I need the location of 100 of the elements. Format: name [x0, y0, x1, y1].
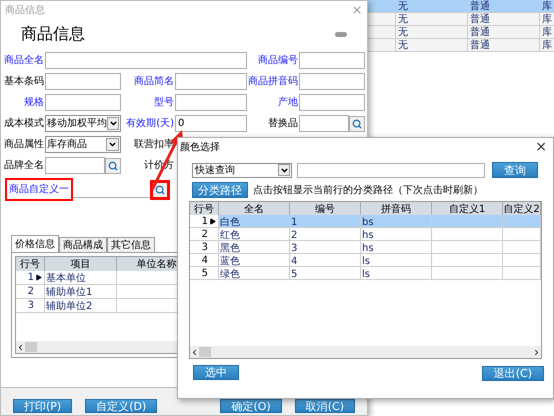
table-cell: 2 [290, 228, 361, 240]
scrollbar[interactable] [190, 346, 541, 358]
row-pointer-icon [209, 218, 216, 224]
table-row[interactable]: 5 绿色 5 ls [190, 267, 541, 280]
field-label: 有效期(天) [125, 116, 175, 131]
column-header: 项目 [45, 257, 117, 271]
search-icon [155, 184, 165, 194]
table-cell: 库 [539, 39, 554, 51]
table-row[interactable]: 2 红色 2 hs [190, 228, 541, 241]
table-cell: 1 [290, 215, 361, 227]
search-button[interactable] [349, 116, 365, 132]
window-title: 商品信息 [5, 4, 46, 18]
search-field[interactable] [297, 162, 486, 178]
table-cell: 库 [539, 26, 554, 38]
row-pointer-icon [35, 274, 42, 281]
search-button[interactable] [105, 158, 121, 174]
window-title: 颜色选择 [180, 140, 221, 154]
text-field[interactable] [45, 73, 121, 90]
minimize-icon[interactable] [335, 32, 347, 36]
tab[interactable]: 其它信息 [107, 237, 155, 252]
table-row[interactable]: 3 黑色 3 hs [190, 241, 541, 254]
text-field[interactable] [175, 73, 247, 90]
table-cell: 红色 [219, 228, 290, 240]
table-cell: 3 [290, 241, 361, 253]
table-cell: 普通 [466, 39, 539, 51]
scroll-left-icon[interactable] [190, 348, 199, 356]
search-icon [108, 160, 118, 170]
table-cell: hs [361, 241, 432, 253]
table-cell: 普通 [466, 13, 539, 25]
table-cell: ls [361, 254, 432, 266]
dropdown[interactable]: 快速查询 [192, 162, 292, 178]
field-label: 商品属性 [3, 138, 45, 152]
table-cell: 5 [290, 267, 361, 279]
table-cell: bs [361, 215, 432, 227]
table-cell: 库 [539, 0, 554, 12]
row-number: 2 [16, 285, 45, 298]
scroll-right-icon[interactable] [532, 348, 541, 356]
hint-text: 点击按钮显示当前行的分类路径（下次点击时刷新） [253, 184, 483, 198]
row-number: 1 [190, 215, 219, 227]
text-field[interactable] [299, 52, 365, 69]
table-cell: 无 [394, 39, 467, 51]
text-field[interactable] [45, 94, 121, 111]
scroll-left-icon[interactable] [16, 342, 25, 352]
dialog-button[interactable]: 自定义(D) [85, 399, 158, 413]
table-cell: 普通 [466, 26, 539, 38]
table-cell: 黑色 [219, 241, 290, 253]
search-icon [352, 118, 362, 128]
text-field[interactable] [45, 52, 247, 69]
table-cell: hs [361, 228, 432, 240]
field-label: 商品自定义一 [5, 178, 73, 201]
table-cell: 无 [394, 26, 467, 38]
table-row[interactable]: 1 白色 1 bs [190, 215, 541, 228]
dropdown[interactable]: 库存商品 [45, 136, 121, 153]
field-label: 成本模式 [3, 116, 45, 131]
dropdown[interactable]: 移动加权平均 [45, 115, 121, 132]
text-field[interactable]: 0 [175, 115, 247, 132]
dialog-heading: 商品信息 [21, 23, 86, 45]
field-label: 规格 [23, 96, 45, 110]
table-cell: 无 [394, 0, 467, 12]
table-cell: 无 [394, 13, 467, 25]
column-header: 行号 [16, 257, 45, 271]
scroll-thumb[interactable] [199, 347, 211, 357]
category-path-button[interactable]: 分类路径 [192, 182, 248, 198]
scroll-thumb[interactable] [25, 342, 37, 352]
row-number: 3 [16, 299, 45, 312]
field-label: 基本条码 [3, 74, 45, 89]
close-icon[interactable] [351, 4, 363, 16]
table-cell: 辅助单位1 [45, 285, 117, 298]
table-cell: ls [361, 267, 432, 279]
table-cell: 辅助单位2 [45, 299, 117, 312]
table-cell: 蓝色 [219, 254, 290, 266]
text-field[interactable] [299, 73, 365, 90]
text-field[interactable] [299, 94, 365, 111]
tab[interactable]: 商品構成 [59, 237, 107, 252]
close-button[interactable]: × [535, 140, 551, 154]
table-cell: 基本单位 [45, 271, 117, 284]
table-cell: 库 [539, 13, 554, 25]
table-row[interactable]: 4 蓝色 4 ls [190, 254, 541, 267]
text-field[interactable] [299, 115, 349, 132]
dialog-button[interactable]: 取消(C) [294, 399, 355, 413]
row-number: 1 [16, 271, 45, 284]
field-label: 品牌全名 [3, 159, 45, 173]
field-label: 商品全名 [3, 54, 45, 68]
dialog-button[interactable]: 确定(O) [220, 399, 282, 413]
field-label: 商品简名 [133, 74, 175, 89]
field-label: 产地 [277, 96, 299, 110]
table-cell: 普通 [466, 0, 539, 12]
field-label: 商品编号 [257, 54, 299, 68]
query-button[interactable]: 查询 [492, 162, 538, 178]
table-cell: 白色 [219, 215, 290, 227]
table-cell: 4 [290, 254, 361, 266]
field-label: 型号 [153, 96, 175, 110]
dialog-button[interactable]: 选中 [193, 364, 239, 380]
table-cell: 绿色 [219, 267, 290, 279]
dialog-button[interactable]: 退出(C) [482, 366, 544, 381]
field-label: 商品拼音码 [247, 74, 299, 89]
text-field[interactable] [45, 157, 105, 174]
field-label: 替换品 [267, 116, 299, 131]
tab[interactable]: 价格信息 [11, 235, 59, 252]
text-field[interactable] [175, 94, 247, 111]
